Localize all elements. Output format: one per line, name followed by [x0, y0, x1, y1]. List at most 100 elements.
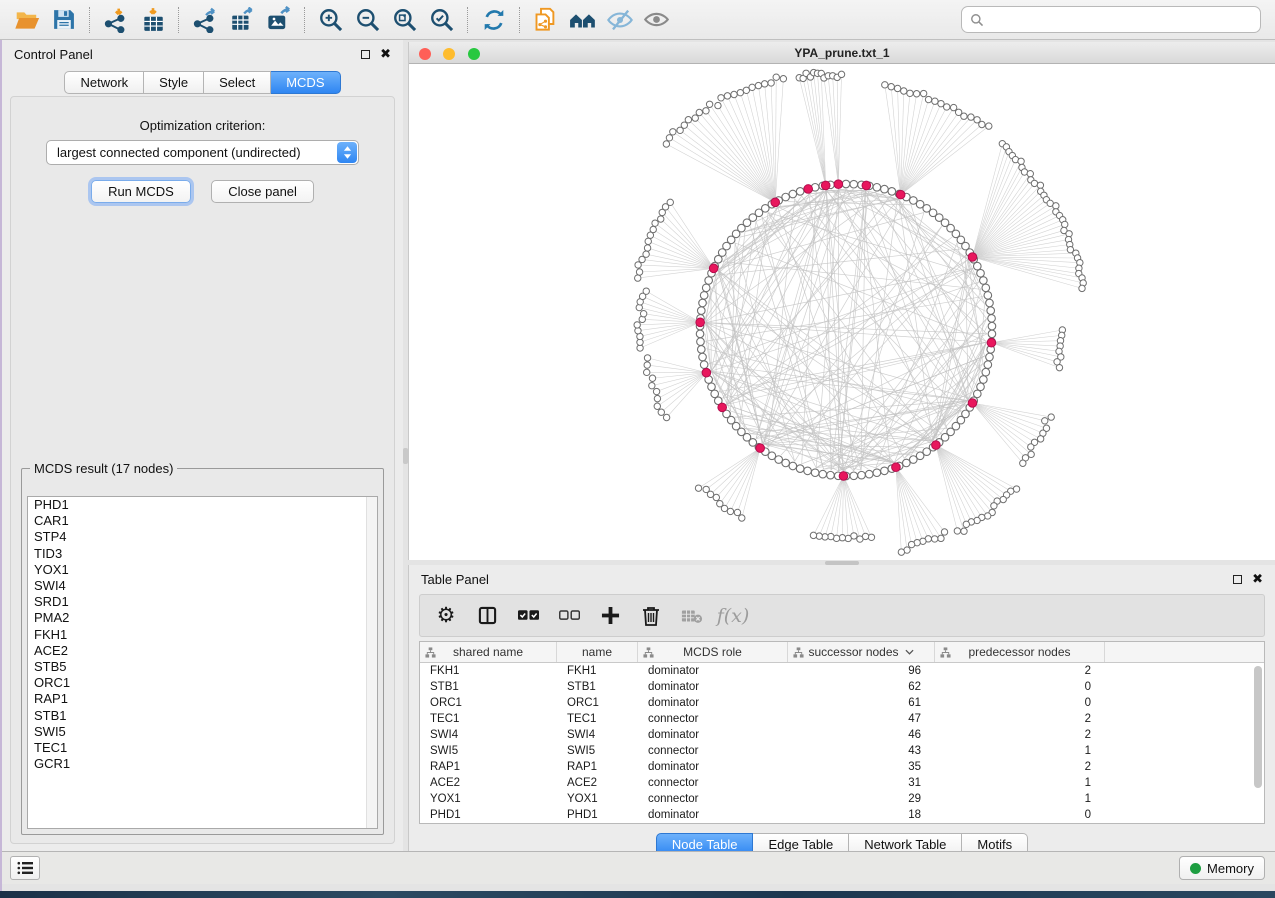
table-row[interactable]: STB1STB1dominator620 — [420, 679, 1264, 695]
table-cell[interactable]: FKH1 — [557, 663, 638, 679]
show-column-button[interactable] — [476, 605, 498, 627]
network-graph[interactable] — [409, 64, 1275, 559]
function-builder-button[interactable]: f(x) — [722, 605, 744, 627]
zoom-selected-button[interactable] — [423, 4, 460, 36]
table-cell[interactable]: TEC1 — [420, 711, 557, 727]
mcds-list-item[interactable]: SRD1 — [28, 594, 377, 610]
table-row[interactable]: RAP1RAP1dominator352 — [420, 759, 1264, 775]
table-cell[interactable]: RAP1 — [557, 759, 638, 775]
table-cell[interactable]: YOX1 — [420, 791, 557, 807]
import-table-button[interactable] — [134, 4, 171, 36]
table-cell[interactable]: STB1 — [420, 679, 557, 695]
criterion-select[interactable]: largest connected component (undirected) — [46, 140, 359, 165]
minimize-window-icon[interactable] — [443, 48, 455, 60]
add-column-button[interactable] — [599, 605, 621, 627]
table-cell[interactable]: 2 — [935, 727, 1105, 743]
table-cell[interactable]: 35 — [788, 759, 935, 775]
mcds-list-item[interactable]: CAR1 — [28, 513, 377, 529]
tab-network[interactable]: Network — [64, 71, 144, 94]
table-row[interactable]: FKH1FKH1dominator962 — [420, 663, 1264, 679]
mcds-list-item[interactable]: STB1 — [28, 708, 377, 724]
column-header-shared-name[interactable]: shared name — [420, 642, 557, 662]
table-row[interactable]: SWI4SWI4dominator462 — [420, 727, 1264, 743]
export-table-button[interactable] — [223, 4, 260, 36]
table-cell[interactable]: 2 — [935, 711, 1105, 727]
close-panel-button[interactable]: Close panel — [211, 180, 314, 203]
zoom-in-button[interactable] — [312, 4, 349, 36]
table-cell[interactable]: SWI5 — [557, 743, 638, 759]
table-cell[interactable]: connector — [638, 711, 788, 727]
table-row[interactable]: TEC1TEC1connector472 — [420, 711, 1264, 727]
hide-graphics-details-button[interactable] — [601, 4, 638, 36]
network-window-titlebar[interactable]: YPA_prune.txt_1 — [409, 42, 1275, 64]
mcds-list-item[interactable]: GCR1 — [28, 756, 377, 772]
mcds-list-item[interactable]: STB5 — [28, 659, 377, 675]
table-cell[interactable]: 2 — [935, 759, 1105, 775]
table-cell[interactable]: dominator — [638, 727, 788, 743]
table-cell[interactable]: STB1 — [557, 679, 638, 695]
mcds-list-item[interactable]: ACE2 — [28, 643, 377, 659]
table-cell[interactable]: 62 — [788, 679, 935, 695]
table-cell[interactable]: SWI4 — [557, 727, 638, 743]
table-cell[interactable]: dominator — [638, 679, 788, 695]
zoom-fit-button[interactable] — [386, 4, 423, 36]
table-row[interactable]: SWI5SWI5connector431 — [420, 743, 1264, 759]
run-mcds-button[interactable]: Run MCDS — [91, 180, 191, 203]
table-cell[interactable]: RAP1 — [420, 759, 557, 775]
column-header-MCDS-role[interactable]: MCDS role — [638, 642, 788, 662]
mcds-list-item[interactable]: TID3 — [28, 546, 377, 562]
table-cell[interactable]: dominator — [638, 695, 788, 711]
home-button[interactable] — [564, 4, 601, 36]
table-row[interactable]: YOX1YOX1connector291 — [420, 791, 1264, 807]
save-session-button[interactable] — [45, 4, 82, 36]
table-cell[interactable]: ORC1 — [557, 695, 638, 711]
table-cell[interactable]: dominator — [638, 807, 788, 823]
table-cell[interactable]: SWI5 — [420, 743, 557, 759]
close-panel-icon[interactable]: ✖ — [380, 49, 391, 59]
search-box[interactable] — [961, 6, 1261, 33]
table-row[interactable]: ORC1ORC1dominator610 — [420, 695, 1264, 711]
table-scrollbar[interactable] — [1253, 664, 1263, 821]
table-cell[interactable]: ACE2 — [420, 775, 557, 791]
close-panel-icon[interactable]: ✖ — [1252, 574, 1263, 584]
float-panel-icon[interactable] — [361, 50, 370, 59]
tab-style[interactable]: Style — [144, 71, 204, 94]
apply-layout-button[interactable] — [475, 4, 512, 36]
mcds-list-item[interactable]: TEC1 — [28, 740, 377, 756]
table-cell[interactable]: FKH1 — [420, 663, 557, 679]
table-settings-button[interactable]: ⚙ — [435, 605, 457, 627]
table-cell[interactable]: 46 — [788, 727, 935, 743]
table-cell[interactable]: dominator — [638, 663, 788, 679]
new-network-from-selection-button[interactable] — [527, 4, 564, 36]
open-file-button[interactable] — [8, 4, 45, 36]
import-network-button[interactable] — [97, 4, 134, 36]
table-cell[interactable]: 31 — [788, 775, 935, 791]
table-cell[interactable]: TEC1 — [557, 711, 638, 727]
table-cell[interactable]: 0 — [935, 679, 1105, 695]
mcds-list-item[interactable]: PMA2 — [28, 610, 377, 626]
zoom-out-button[interactable] — [349, 4, 386, 36]
delete-column-button[interactable] — [640, 605, 662, 627]
show-graphics-details-button[interactable] — [638, 4, 675, 36]
memory-button[interactable]: Memory — [1179, 856, 1265, 880]
table-cell[interactable]: 96 — [788, 663, 935, 679]
mcds-list-item[interactable]: FKH1 — [28, 627, 377, 643]
table-cell[interactable]: PHD1 — [420, 807, 557, 823]
table-row[interactable]: PHD1PHD1dominator180 — [420, 807, 1264, 823]
table-cell[interactable]: 2 — [935, 663, 1105, 679]
select-all-button[interactable] — [517, 605, 539, 627]
export-image-button[interactable] — [260, 4, 297, 36]
scrollbar-thumb[interactable] — [1254, 666, 1262, 788]
mcds-list-item[interactable]: SWI5 — [28, 724, 377, 740]
table-cell[interactable]: 18 — [788, 807, 935, 823]
mcds-list-item[interactable]: YOX1 — [28, 562, 377, 578]
mcds-list-item[interactable]: ORC1 — [28, 675, 377, 691]
maximize-window-icon[interactable] — [468, 48, 480, 60]
table-panel-grab-handle[interactable] — [825, 561, 859, 565]
close-window-icon[interactable] — [419, 48, 431, 60]
mcds-list-item[interactable]: PHD1 — [28, 497, 377, 513]
deselect-all-button[interactable] — [558, 605, 580, 627]
column-header-predecessor-nodes[interactable]: predecessor nodes — [935, 642, 1105, 662]
mcds-list-item[interactable]: SWI4 — [28, 578, 377, 594]
column-header-name[interactable]: name — [557, 642, 638, 662]
